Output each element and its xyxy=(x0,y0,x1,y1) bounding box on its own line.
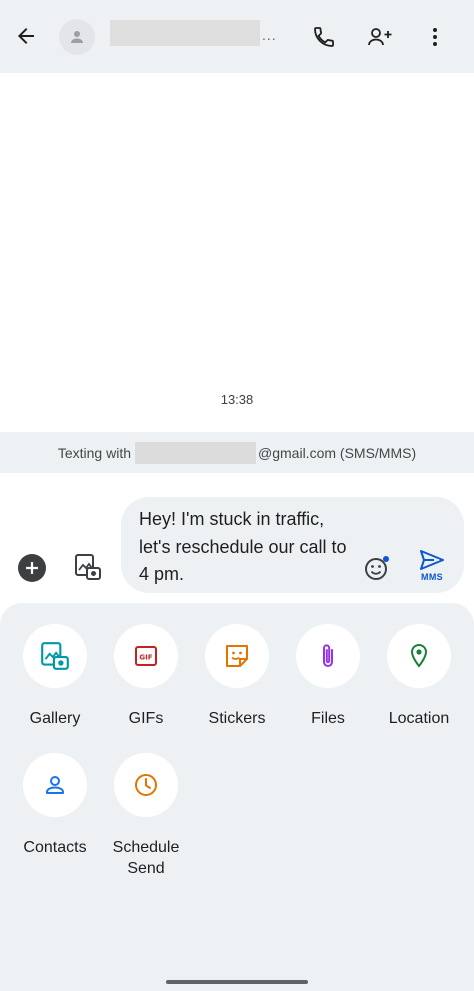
attach-stickers-button[interactable]: Stickers xyxy=(192,624,282,729)
clock-icon xyxy=(135,774,157,796)
more-vert-icon xyxy=(433,28,437,46)
texting-suffix: @gmail.com (SMS/MMS) xyxy=(258,444,417,461)
person-add-icon xyxy=(368,28,392,46)
attach-contacts-button[interactable]: Contacts xyxy=(10,753,100,858)
gallery-icon xyxy=(41,642,69,670)
texting-with-banner: Texting with @gmail.com (SMS/MMS) xyxy=(0,432,474,473)
attach-schedule-send-button[interactable]: Schedule Send xyxy=(101,753,191,879)
attach-files-button[interactable]: Files xyxy=(283,624,373,729)
send-button[interactable]: MMS xyxy=(414,548,450,588)
contact-icon xyxy=(46,776,64,794)
attach-stickers-circle[interactable] xyxy=(205,624,269,688)
attach-gifs-button[interactable]: GIF GIFs xyxy=(101,624,191,729)
contact-name-redacted[interactable] xyxy=(110,20,260,46)
gallery-icon xyxy=(75,554,101,580)
plus-icon xyxy=(26,562,38,574)
attach-stickers-label: Stickers xyxy=(208,710,266,727)
message-input-text[interactable]: Hey! I'm stuck in traffic, let's resched… xyxy=(139,506,354,589)
phone-icon xyxy=(314,27,334,47)
gif-icon: GIF xyxy=(135,646,157,666)
person-icon xyxy=(71,31,83,43)
location-pin-icon xyxy=(410,643,428,668)
message-timestamp: 13:38 xyxy=(220,392,254,407)
texting-prefix: Texting with xyxy=(57,444,132,461)
attach-location-button[interactable]: Location xyxy=(374,624,464,729)
contact-name-ellipsis: ... xyxy=(262,27,277,43)
emoji-icon xyxy=(365,556,389,580)
attach-schedule-send-circle[interactable] xyxy=(114,753,178,817)
svg-text:GIF: GIF xyxy=(139,654,152,662)
add-attachment-button[interactable] xyxy=(18,554,46,582)
email-redacted xyxy=(135,441,257,464)
send-icon xyxy=(420,550,444,570)
attach-files-label: Files xyxy=(311,710,345,727)
schedule-send-label-line2: Send xyxy=(127,860,165,877)
attach-gifs-label: GIFs xyxy=(128,710,164,727)
attach-gifs-circle[interactable]: GIF xyxy=(114,624,178,688)
more-options-button[interactable] xyxy=(417,19,453,55)
emoji-button[interactable] xyxy=(361,552,393,584)
sticker-icon xyxy=(226,645,248,667)
home-indicator[interactable] xyxy=(166,980,308,984)
attach-contacts-circle[interactable] xyxy=(23,753,87,817)
attach-gallery-label: Gallery xyxy=(29,710,81,727)
attach-gallery-button[interactable]: Gallery xyxy=(10,624,100,729)
add-person-button[interactable] xyxy=(362,19,398,55)
attach-location-label: Location xyxy=(388,710,450,727)
gallery-shortcut-button[interactable] xyxy=(71,550,105,584)
attach-schedule-send-label: Schedule Send xyxy=(101,837,191,879)
attach-files-circle[interactable] xyxy=(296,624,360,688)
avatar[interactable] xyxy=(59,19,95,55)
attach-gallery-circle[interactable] xyxy=(23,624,87,688)
schedule-send-label-line1: Schedule xyxy=(112,839,180,856)
top-app-bar: ... xyxy=(0,0,474,73)
send-type-label: MMS xyxy=(421,572,443,582)
call-button[interactable] xyxy=(306,19,342,55)
attach-location-circle[interactable] xyxy=(387,624,451,688)
arrow-left-icon xyxy=(18,28,34,44)
back-button[interactable] xyxy=(10,20,42,52)
paperclip-icon xyxy=(323,644,333,667)
attach-contacts-label: Contacts xyxy=(23,839,87,856)
